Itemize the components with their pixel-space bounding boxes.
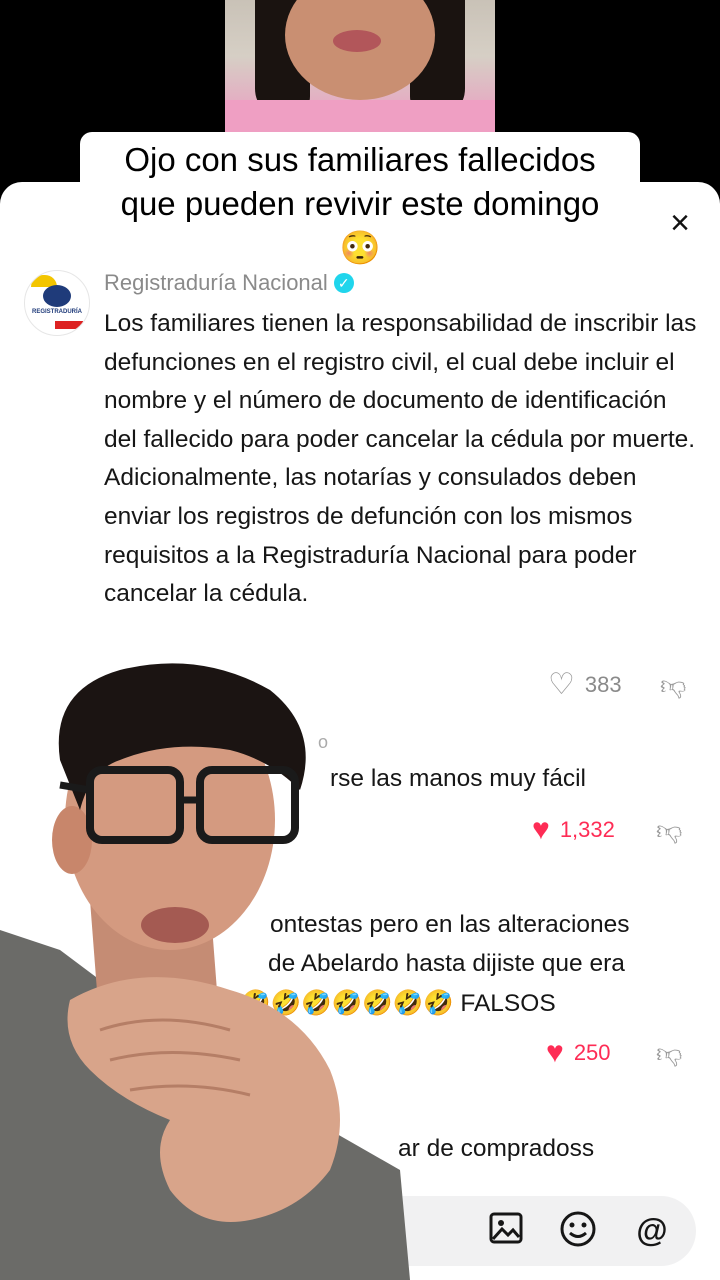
heart-outline-icon: ♡ (548, 668, 575, 701)
like-button[interactable]: ♥ 250 (546, 1038, 611, 1068)
caption-line-1: Ojo con sus familiares fallecidos (124, 141, 596, 178)
dislike-icon[interactable]: 👎︎ (660, 670, 686, 701)
like-button[interactable]: ♡ 383 (548, 670, 622, 700)
video-caption: Ojo con sus familiares fallecidos que pu… (60, 138, 660, 270)
comment-text-partial: ar de compradoss (398, 1135, 595, 1162)
heart-filled-icon: ♥ (546, 1036, 564, 1069)
close-icon[interactable]: × (670, 206, 690, 240)
comment-username[interactable]: Registraduría Nacional ✓ (104, 270, 354, 296)
video-person-lips (333, 30, 381, 52)
caption-line-2: que pueden revivir este domingo (120, 185, 600, 222)
foreground-person (0, 663, 410, 1280)
caption-emoji: 😳 (339, 229, 381, 266)
like-button[interactable]: ♥ 1,332 (532, 815, 615, 845)
emoji-icon[interactable] (558, 1210, 598, 1250)
dislike-icon[interactable]: 👎︎ (656, 815, 682, 846)
heart-filled-icon: ♥ (532, 813, 550, 846)
avatar[interactable]: REGISTRADURÍA (24, 270, 90, 336)
image-icon[interactable] (486, 1210, 526, 1250)
like-count: 250 (573, 1040, 611, 1065)
avatar-label: REGISTRADURÍA (32, 309, 83, 315)
dislike-icon[interactable]: 👎︎ (656, 1038, 682, 1069)
like-count: 1,332 (559, 817, 615, 842)
mention-icon[interactable]: @ (632, 1210, 672, 1250)
comment-text: Los familiares tienen la responsabilidad… (104, 310, 697, 608)
seal-icon (43, 285, 71, 307)
verified-icon: ✓ (333, 273, 354, 293)
username-text: Registraduría Nacional (104, 270, 328, 295)
top-video-frame (225, 0, 495, 140)
like-count: 383 (584, 672, 622, 697)
